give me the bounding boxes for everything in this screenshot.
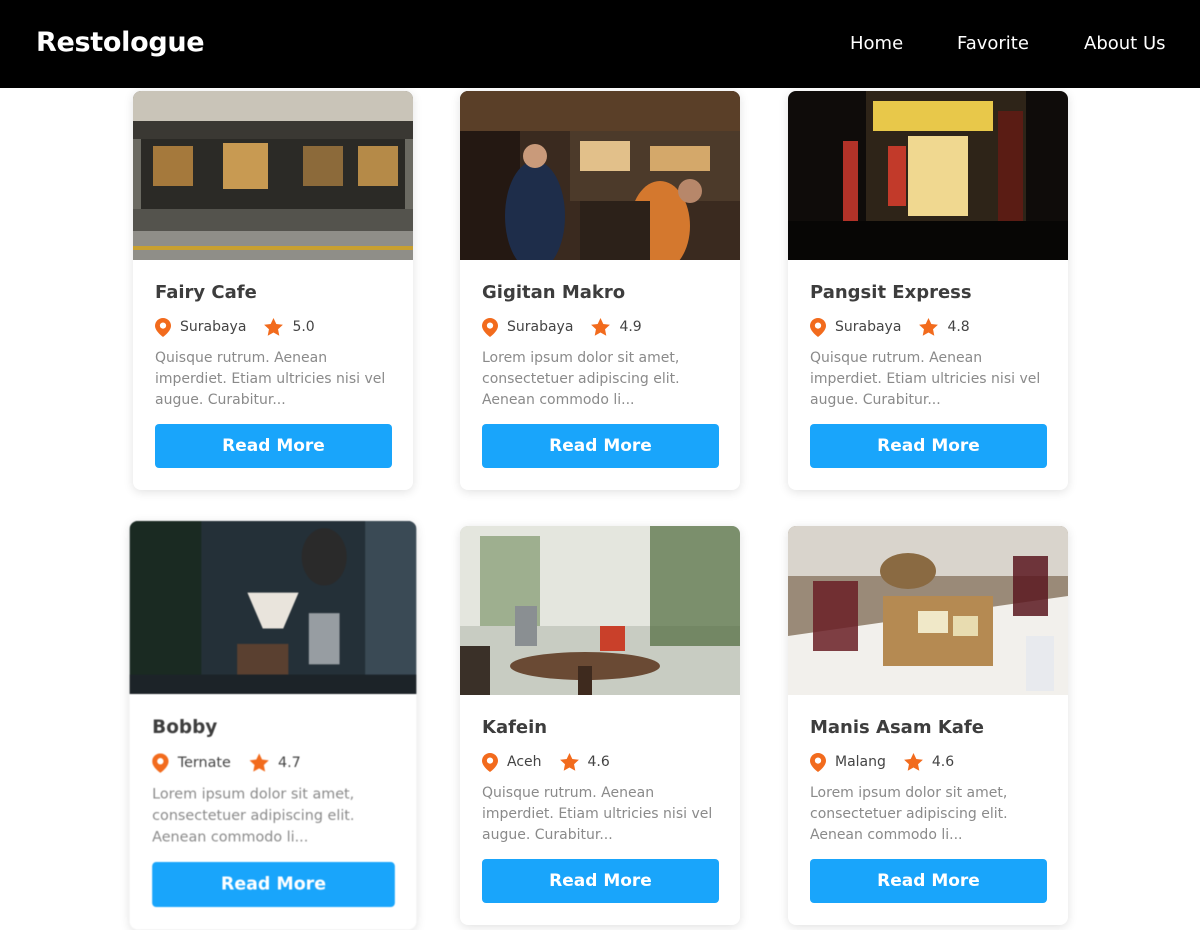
restaurant-description: Lorem ipsum dolor sit amet, consectetuer… [810,785,1008,843]
restaurant-rating: 4.6 [587,754,610,770]
star-icon [249,753,269,772]
star-icon [903,753,923,771]
read-more-button[interactable]: Read More [810,859,1047,903]
restaurant-name: Pangsit Express [810,282,972,303]
star-icon [919,318,939,336]
read-more-button[interactable]: Read More [810,424,1047,468]
location-pin-icon [810,752,826,772]
restaurant-description: Quisque rutrum. Aenean imperdiet. Etiam … [155,350,386,408]
restaurant-card: Manis Asam Kafe Malang 4.6 Lorem ipsum d… [788,526,1068,925]
restaurant-description: Lorem ipsum dolor sit amet, consectetuer… [152,786,355,846]
star-icon [559,753,579,771]
restaurant-card: Fairy Cafe Surabaya 5.0 Quisque rutrum. … [133,91,413,490]
restaurant-photo [133,91,413,260]
nav-link-home[interactable]: Home [850,33,903,54]
restaurant-meta: Ternate 4.7 [152,752,394,773]
restaurant-card: Kafein Aceh 4.6 Quisque rutrum. Aenean i… [460,526,740,925]
restaurant-city: Ternate [177,754,231,771]
restaurant-city: Surabaya [507,319,574,335]
restaurant-city: Malang [835,754,886,770]
restaurant-card: Pangsit Express Surabaya 4.8 Quisque rut… [788,91,1068,490]
restaurant-card: Gigitan Makro Surabaya 4.9 Lorem ipsum d… [460,91,740,490]
star-icon [591,318,611,336]
restaurant-meta: Aceh 4.6 [482,752,718,772]
restaurant-meta: Surabaya 4.9 [482,317,718,337]
star-icon [264,318,284,336]
nav-link-about-us[interactable]: About Us [1084,33,1166,54]
restaurant-meta: Surabaya 4.8 [810,317,1046,337]
restaurant-description: Quisque rutrum. Aenean imperdiet. Etiam … [810,350,1041,408]
brand-logo-text[interactable]: Restologue [36,27,205,58]
restaurant-description: Lorem ipsum dolor sit amet, consectetuer… [482,350,680,408]
restaurant-meta: Surabaya 5.0 [155,317,391,337]
restaurant-name: Manis Asam Kafe [810,717,984,738]
location-pin-icon [152,752,169,773]
restaurant-photo [788,91,1068,260]
restaurant-rating: 4.7 [277,754,301,771]
read-more-button[interactable]: Read More [152,861,395,908]
restaurant-city: Surabaya [180,319,247,335]
read-more-button[interactable]: Read More [155,424,392,468]
restaurant-rating: 4.9 [619,319,642,335]
restaurant-name: Bobby [152,716,218,739]
restaurant-rating: 4.6 [931,754,955,770]
restaurant-city: Aceh [507,754,542,770]
location-pin-icon [155,317,171,337]
nav-link-favorite[interactable]: Favorite [957,33,1029,54]
location-pin-icon [482,752,498,772]
restaurant-card: Bobby Ternate 4.7 Lorem ipsum dolor sit … [129,521,417,930]
restaurant-description: Quisque rutrum. Aenean imperdiet. Etiam … [482,785,713,843]
restaurant-meta: Malang 4.6 [810,752,1046,772]
restaurant-photo [788,526,1068,695]
read-more-button[interactable]: Read More [482,859,719,903]
location-pin-icon [482,317,498,337]
restaurant-name: Fairy Cafe [155,282,257,303]
restaurant-photo [460,91,740,260]
top-navbar: Restologue Home Favorite About Us [0,0,1200,88]
restaurant-photo [460,526,740,695]
restaurant-rating: 4.8 [947,319,970,335]
restaurant-rating: 5.0 [292,319,315,335]
read-more-button[interactable]: Read More [482,424,719,468]
restaurant-name: Kafein [482,717,548,738]
restaurant-photo [129,521,417,695]
restaurant-city: Surabaya [835,319,902,335]
restaurant-name: Gigitan Makro [482,282,626,303]
location-pin-icon [810,317,826,337]
